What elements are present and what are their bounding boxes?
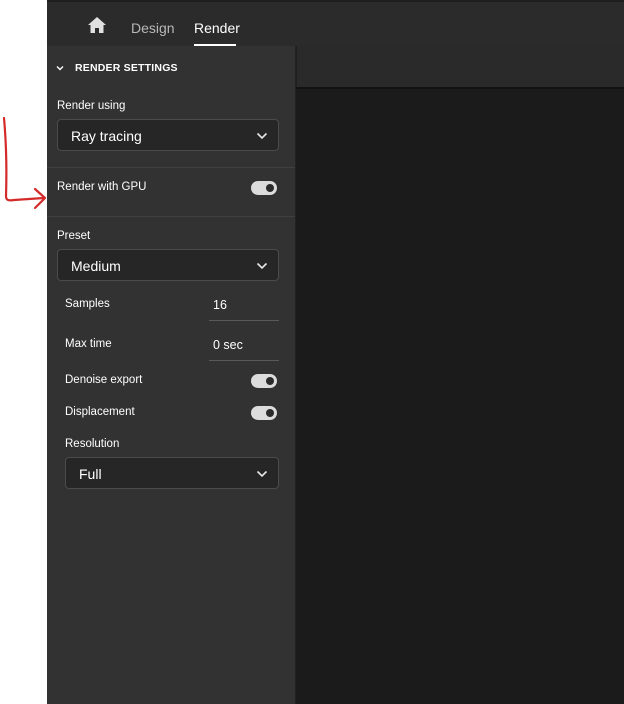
divider: [47, 216, 295, 217]
render-using-value: Ray tracing: [71, 128, 142, 144]
denoise-export-label: Denoise export: [65, 374, 143, 386]
render-viewport[interactable]: [296, 89, 624, 704]
section-title: RENDER SETTINGS: [75, 62, 178, 74]
preset-label: Preset: [57, 230, 91, 242]
divider: [47, 167, 295, 168]
displacement-label: Displacement: [65, 406, 135, 418]
samples-field[interactable]: 16: [213, 298, 227, 312]
samples-label: Samples: [65, 298, 110, 310]
chevron-down-icon: [256, 262, 268, 270]
chevron-down-icon: [56, 66, 64, 71]
chevron-down-icon: [256, 470, 268, 478]
render-with-gpu-toggle[interactable]: [251, 181, 277, 195]
samples-field-underline: [209, 320, 279, 321]
render-app: Design Render RENDER SETTINGS Render usi…: [47, 0, 624, 704]
max-time-field[interactable]: 0 sec: [213, 338, 243, 352]
top-navigation-bar: Design Render: [47, 0, 624, 46]
denoise-export-toggle[interactable]: [251, 374, 277, 388]
home-icon[interactable]: [87, 16, 107, 34]
render-with-gpu-label: Render with GPU: [57, 181, 147, 193]
resolution-value: Full: [79, 466, 102, 482]
render-using-label: Render using: [57, 100, 126, 112]
preset-value: Medium: [71, 258, 121, 274]
displacement-toggle[interactable]: [251, 406, 277, 420]
chevron-down-icon: [256, 132, 268, 140]
tab-design[interactable]: Design: [131, 19, 175, 37]
viewport-toolbar: [296, 46, 624, 87]
render-settings-header[interactable]: RENDER SETTINGS: [55, 61, 178, 75]
render-using-dropdown[interactable]: Ray tracing: [57, 119, 279, 151]
preset-dropdown[interactable]: Medium: [57, 249, 279, 281]
resolution-dropdown[interactable]: Full: [65, 457, 279, 489]
tab-render[interactable]: Render: [194, 19, 240, 37]
max-time-field-underline: [209, 360, 279, 361]
resolution-label: Resolution: [65, 438, 120, 450]
render-settings-panel: RENDER SETTINGS Render using Ray tracing…: [47, 46, 295, 704]
max-time-label: Max time: [65, 338, 112, 350]
